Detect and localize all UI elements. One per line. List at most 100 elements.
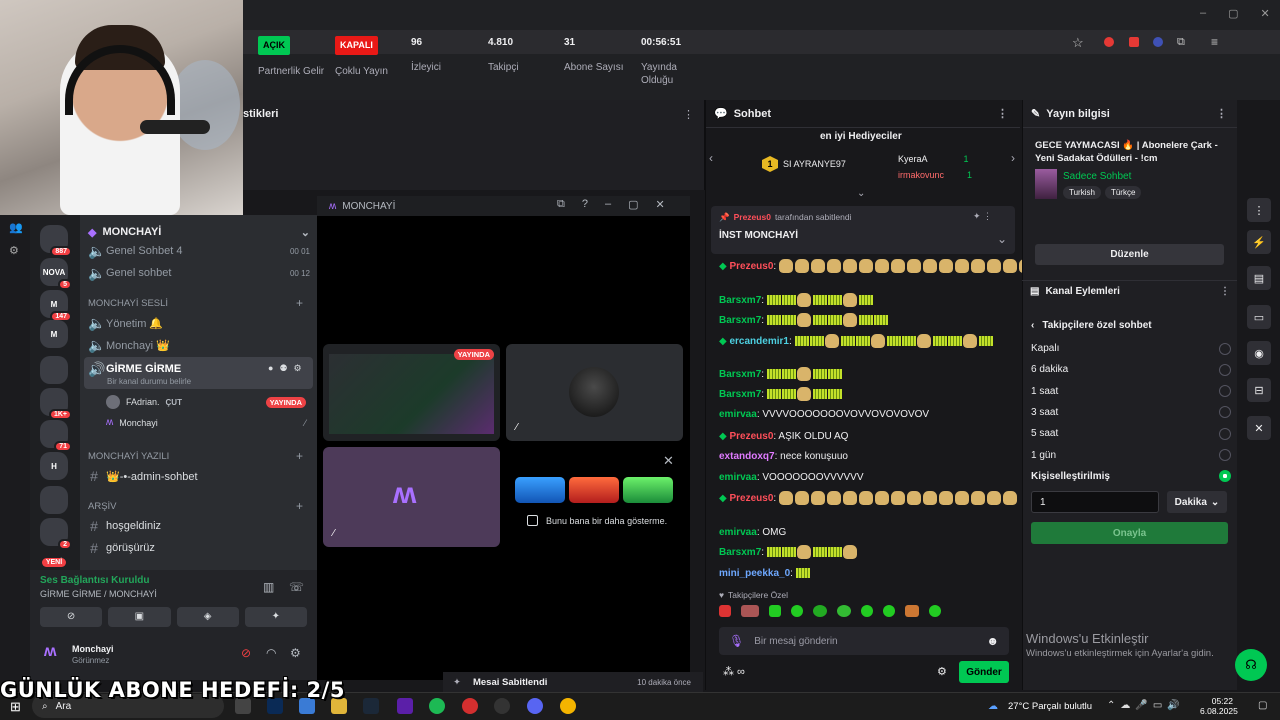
screen-share-tile[interactable]: YAYINDA: [323, 344, 500, 441]
tag[interactable]: Türkçe: [1104, 186, 1142, 199]
chat-username[interactable]: emirvaa: [719, 527, 757, 538]
extension-icon[interactable]: [1104, 37, 1114, 47]
emote-icon[interactable]: [791, 605, 803, 617]
chat-icon[interactable]: ▭: [1247, 305, 1271, 329]
puzzle-icon[interactable]: ⧉: [1177, 36, 1185, 49]
notification-icon[interactable]: ▢: [1258, 700, 1267, 711]
maximize-button[interactable]: ▢: [628, 198, 638, 211]
rail-button-more[interactable]: ⋮: [1247, 198, 1271, 222]
steam-icon[interactable]: [363, 698, 379, 714]
help-icon[interactable]: ?: [582, 198, 588, 211]
chat-username[interactable]: Prezeus0: [729, 431, 773, 442]
server-icon[interactable]: [40, 356, 68, 384]
chat-username[interactable]: Barsxm7: [719, 295, 761, 306]
chat-username[interactable]: emirvaa: [719, 472, 757, 483]
tag[interactable]: Turkish: [1063, 186, 1101, 199]
send-button[interactable]: Gönder: [959, 661, 1009, 683]
text-channel[interactable]: # hoşgeldiniz: [88, 516, 161, 536]
chrome-icon[interactable]: [560, 698, 576, 714]
server-icon[interactable]: 1K+: [40, 388, 72, 420]
chat-message[interactable]: emirvaa: OMG: [719, 524, 786, 542]
emote-icon[interactable]: [905, 605, 919, 617]
category-text[interactable]: MONCHAYİ YAZILI: [88, 451, 169, 462]
mic-icon[interactable]: 🎙: [729, 634, 744, 648]
close-icon[interactable]: ✕: [663, 453, 674, 469]
add-channel-icon[interactable]: +: [296, 296, 303, 310]
chat-username[interactable]: Prezeus0: [729, 493, 773, 504]
collapse-icon[interactable]: ⌄: [857, 188, 865, 199]
follower-duration-option[interactable]: 6 dakika: [1031, 359, 1231, 380]
chat-message[interactable]: extandoxq7: nece konuşuuo: [719, 448, 848, 466]
camera-off-button[interactable]: ⊘: [40, 607, 103, 627]
add-channel-icon[interactable]: +: [296, 449, 303, 463]
confirm-button[interactable]: Onayla: [1031, 522, 1228, 544]
chat-message[interactable]: Barsxm7:: [719, 292, 874, 310]
radio-button[interactable]: [1219, 449, 1231, 461]
list-icon[interactable]: ▤: [1247, 266, 1271, 290]
edit-button[interactable]: Düzenle: [1035, 244, 1224, 265]
spotify-icon[interactable]: [429, 698, 445, 714]
server-icon[interactable]: NOVA 5: [40, 258, 72, 290]
follower-duration-option[interactable]: 1 gün: [1031, 445, 1231, 466]
emote-icon[interactable]: [719, 605, 731, 617]
radio-button[interactable]: [1219, 406, 1231, 419]
minimize-button[interactable]: –: [605, 198, 611, 211]
more-options-icon[interactable]: ⋮: [683, 108, 694, 121]
dont-show-again[interactable]: Bunu bana bir daha gösterme.: [527, 515, 667, 526]
voice-member[interactable]: ʍ Monchayi ⁄: [106, 417, 306, 428]
popout-icon[interactable]: ⧉: [557, 198, 565, 211]
chevron-right-icon[interactable]: ›: [1011, 151, 1015, 165]
chat-tools-icon[interactable]: ⁂ ∞: [723, 665, 745, 678]
wrench-icon[interactable]: ✕: [1247, 416, 1271, 440]
duration-unit-select[interactable]: Dakika ⌄: [1167, 491, 1227, 513]
voice-member[interactable]: FAdrian. ÇUT YAYINDA: [106, 395, 306, 409]
maximize-button[interactable]: ▢: [1228, 7, 1238, 20]
minimize-button[interactable]: –: [1200, 7, 1206, 20]
chat-message[interactable]: ◆ Prezeus0: AŞIK OLDU AQ: [719, 428, 848, 446]
chat-message[interactable]: Barsxm7:: [719, 366, 843, 384]
extension-icon[interactable]: [1129, 37, 1139, 47]
chat-message[interactable]: emirvaa: VOOOOOOOVVVVVV: [719, 469, 864, 487]
opera-icon[interactable]: [462, 698, 478, 714]
voice-location[interactable]: GİRME GİRME / MONCHAYİ: [40, 589, 157, 599]
weather-icon[interactable]: ☁: [988, 701, 998, 712]
follower-duration-option[interactable]: 1 saat: [1031, 381, 1231, 402]
custom-duration-input[interactable]: 1: [1031, 491, 1159, 513]
chat-username[interactable]: Barsxm7: [719, 389, 761, 400]
text-channel[interactable]: # görüşürüz: [88, 538, 155, 558]
emote-icon[interactable]: [741, 605, 759, 617]
emote-icon[interactable]: [861, 605, 873, 617]
server-icon[interactable]: M 147: [40, 290, 72, 322]
chat-message[interactable]: Barsxm7:: [719, 312, 889, 330]
chat-username[interactable]: Barsxm7: [719, 369, 761, 380]
bolt-icon[interactable]: ⚡: [1247, 230, 1271, 254]
broadcast-icon[interactable]: ◉: [1247, 341, 1271, 365]
settings-icon[interactable]: ⚙: [937, 665, 947, 678]
avatar[interactable]: ʍ: [44, 643, 56, 661]
activity-button[interactable]: ◈: [176, 607, 239, 627]
server-icon[interactable]: M: [40, 320, 68, 348]
server-icon[interactable]: [40, 486, 68, 514]
mute-mic-icon[interactable]: ⊘: [241, 646, 251, 660]
chat-username[interactable]: Barsxm7: [719, 315, 761, 326]
game-thumbnail[interactable]: [515, 477, 565, 503]
chat-message[interactable]: ◆ Prezeus0:: [719, 490, 1019, 508]
text-channel[interactable]: # 👑-•-admin-sohbet: [88, 466, 197, 486]
channel-status[interactable]: Bir kanal durumu belirle: [107, 377, 191, 386]
headphones-icon[interactable]: ◠: [266, 646, 276, 660]
chevron-left-icon[interactable]: ‹: [709, 151, 713, 165]
emote-icon[interactable]: [929, 605, 941, 617]
server-header[interactable]: ◆ MONCHAYİ ⌄: [88, 224, 310, 240]
more-options-icon[interactable]: ⋮: [997, 107, 1008, 120]
emoji-icon[interactable]: ☻: [986, 634, 999, 648]
radio-button[interactable]: [1219, 342, 1231, 355]
chat-username[interactable]: extandoxq7: [719, 451, 775, 462]
clock[interactable]: 05:22 6.08.2025: [1200, 696, 1238, 716]
emote-icon[interactable]: [813, 605, 827, 617]
emote-icon[interactable]: [883, 605, 895, 617]
close-button[interactable]: ✕: [1261, 7, 1270, 20]
voice-channel[interactable]: 🔈 Monchayi 👑: [88, 335, 170, 355]
voice-channel[interactable]: 🔈 Yönetim 🔔: [88, 313, 163, 333]
address-bar[interactable]: [240, 30, 1280, 54]
follower-duration-option[interactable]: 5 saat: [1031, 423, 1231, 444]
